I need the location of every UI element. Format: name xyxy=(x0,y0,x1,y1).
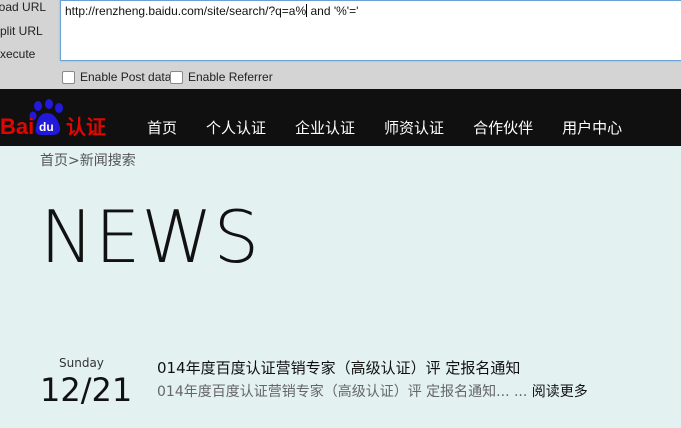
enable-post-data-toggle[interactable]: Enable Post data xyxy=(62,69,171,85)
load-url-button[interactable]: Load URL xyxy=(0,0,46,14)
baidu-renzheng-logo[interactable]: Bai du 认证 xyxy=(0,97,112,143)
nav-item-home[interactable]: 首页 xyxy=(147,118,177,138)
referrer-checkbox[interactable] xyxy=(170,70,183,84)
article-summary-text: 014年度百度认证营销专家（高级认证）评 定报名通知... ... xyxy=(157,384,528,400)
logo-suffix-text: 认证 xyxy=(66,115,106,139)
url-text: http://renzheng.baidu.com/site/search/?q… xyxy=(65,4,358,18)
nav-item-enterprise-cert[interactable]: 企业认证 xyxy=(295,118,355,138)
post-data-label: Enable Post data xyxy=(80,70,172,84)
hackbar-panel: Load URL Split URL Execute http://renzhe… xyxy=(0,0,681,89)
page-title: NEWS xyxy=(40,195,261,279)
site-navbar: Bai du 认证 首页 个人认证 企业认证 师资认证 合作伙伴 用户中心 xyxy=(0,89,681,146)
baidu-logo-graphic: Bai du 认证 xyxy=(0,99,106,139)
enable-referrer-toggle[interactable]: Enable Referrer xyxy=(170,69,273,85)
news-list-item: Sunday 12/21 014年度百度认证营销专家（高级认证）评 定报名通知 … xyxy=(0,350,681,428)
nav-item-user-center[interactable]: 用户中心 xyxy=(562,118,622,138)
article-date: 12/21 xyxy=(40,371,133,409)
post-data-checkbox[interactable] xyxy=(62,70,75,84)
execute-button[interactable]: Execute xyxy=(0,47,35,61)
url-textarea[interactable]: http://renzheng.baidu.com/site/search/?q… xyxy=(60,0,681,61)
url-text-after-caret: and '%'=' xyxy=(307,4,359,18)
main-nav: 首页 个人认证 企业认证 师资认证 合作伙伴 用户中心 xyxy=(147,118,651,138)
article-summary: 014年度百度认证营销专家（高级认证）评 定报名通知... ... 阅读更多 xyxy=(157,381,588,401)
nav-item-personal-cert[interactable]: 个人认证 xyxy=(206,118,266,138)
article-title-link[interactable]: 014年度百度认证营销专家（高级认证）评 定报名通知 xyxy=(157,357,520,378)
url-text-before-caret: http://renzheng.baidu.com/site/search/?q… xyxy=(65,4,307,18)
split-url-button[interactable]: Split URL xyxy=(0,24,43,38)
nav-item-teacher-cert[interactable]: 师资认证 xyxy=(384,118,444,138)
article-day: Sunday xyxy=(59,356,104,370)
nav-item-partners[interactable]: 合作伙伴 xyxy=(473,118,533,138)
referrer-label: Enable Referrer xyxy=(188,70,273,84)
logo-du-text: du xyxy=(39,120,54,134)
breadcrumb[interactable]: 首页>新闻搜索 xyxy=(40,150,136,170)
logo-bai-text: Bai xyxy=(0,114,34,139)
read-more-link[interactable]: 阅读更多 xyxy=(532,384,588,400)
